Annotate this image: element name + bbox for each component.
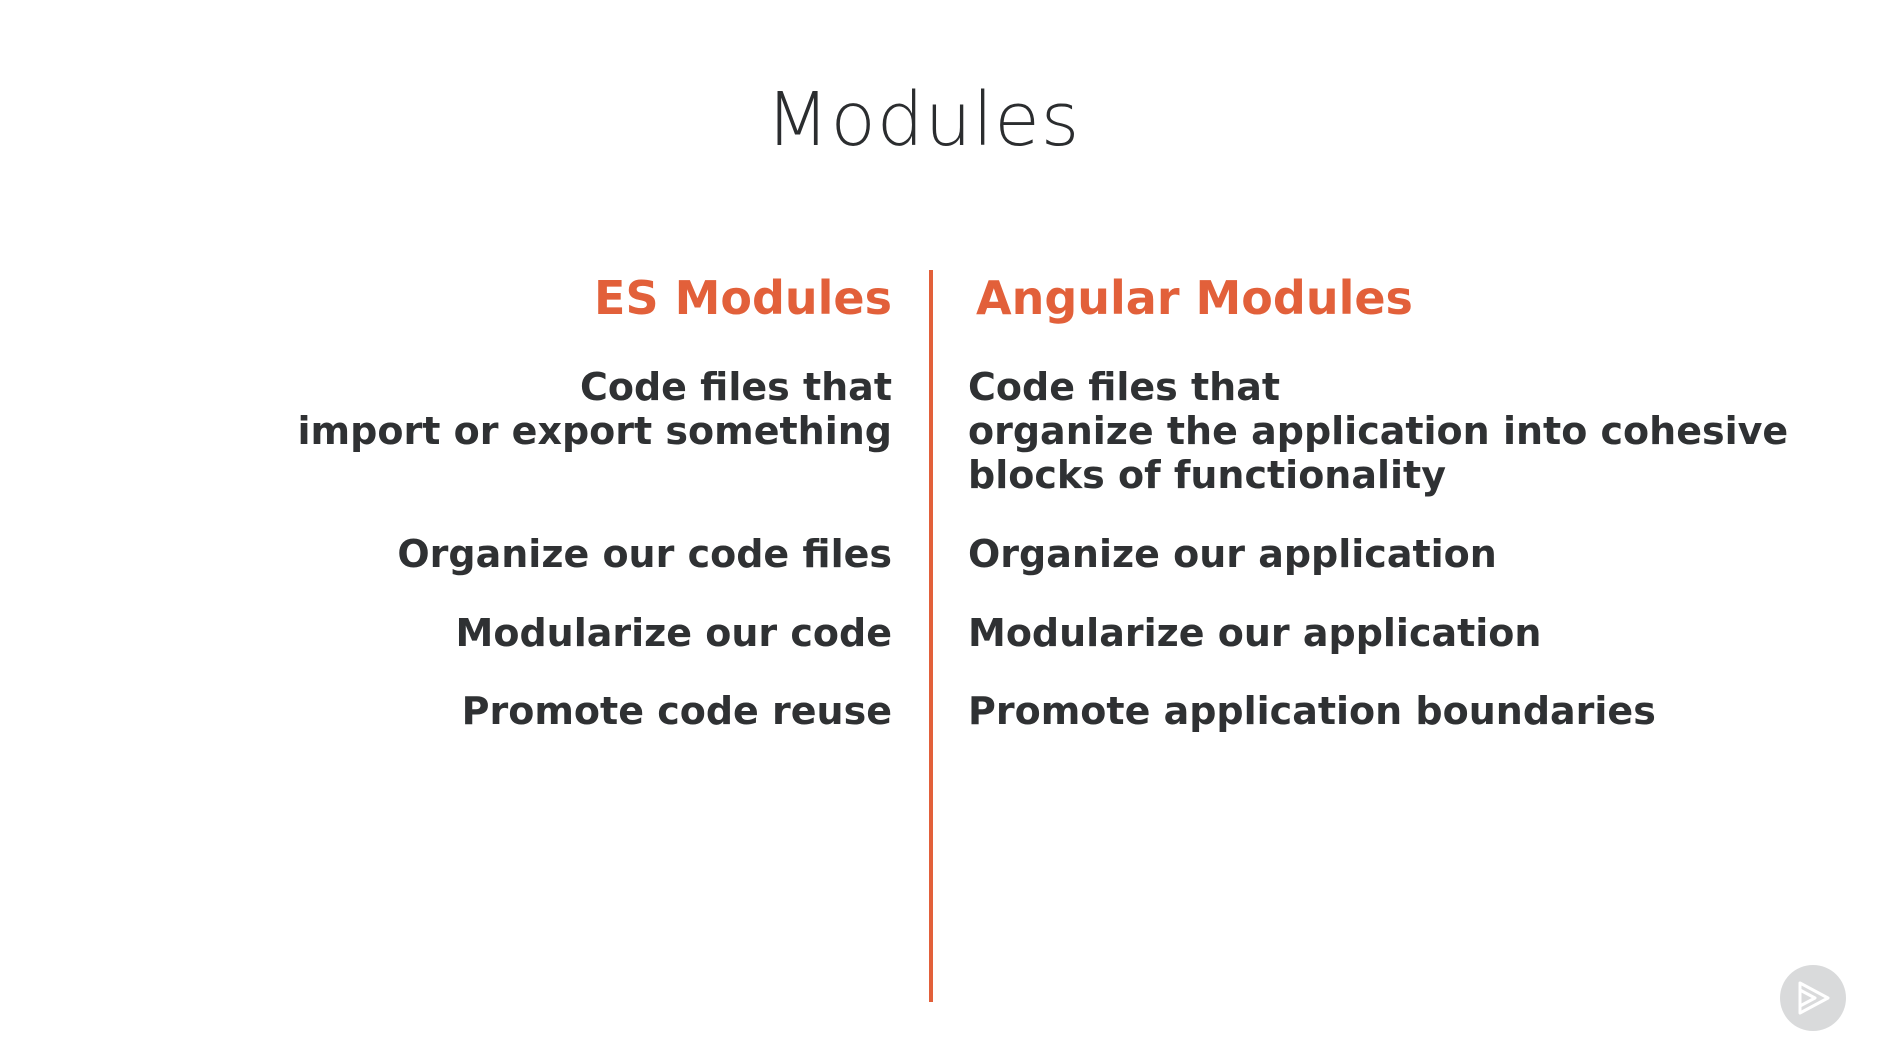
angular-item-promote: Promote application boundaries: [968, 689, 1656, 733]
play-logo-glyph: [1798, 981, 1830, 1015]
es-item-definition-line-1: Code files that: [579, 365, 892, 409]
angular-modules-column: Angular Modules Code files that organize…: [968, 265, 1788, 733]
angular-item-modularize-line: Modularize our application: [968, 611, 1542, 655]
es-item-promote-line: Promote code reuse: [461, 689, 892, 733]
angular-item-organize-line: Organize our application: [968, 532, 1497, 576]
angular-item-definition-line-1: Code files that: [968, 365, 1281, 409]
play-logo-icon: [1780, 965, 1846, 1031]
angular-modules-heading: Angular Modules: [976, 271, 1413, 325]
es-item-definition: Code files that import or export somethi…: [298, 365, 892, 453]
angular-item-organize: Organize our application: [968, 532, 1497, 576]
slide-title: Modules: [765, 77, 1081, 163]
es-modules-column: ES Modules Code files that import or exp…: [298, 265, 892, 733]
es-item-definition-line-2: import or export something: [297, 409, 892, 453]
es-modules-heading: ES Modules: [594, 271, 892, 325]
angular-item-promote-line: Promote application boundaries: [968, 689, 1656, 733]
es-item-modularize: Modularize our code: [456, 611, 892, 655]
angular-item-modularize: Modularize our application: [968, 611, 1541, 655]
angular-item-definition: Code files that organize the application…: [968, 365, 1788, 497]
angular-item-definition-line-2: organize the application into cohesive: [968, 409, 1789, 453]
es-item-organize: Organize our code files: [397, 532, 892, 576]
column-divider: [929, 270, 933, 1002]
angular-item-definition-line-3: blocks of functionality: [968, 453, 1446, 497]
es-item-modularize-line: Modularize our code: [455, 611, 892, 655]
es-item-promote: Promote code reuse: [462, 689, 892, 733]
es-item-organize-line: Organize our code files: [397, 532, 892, 576]
